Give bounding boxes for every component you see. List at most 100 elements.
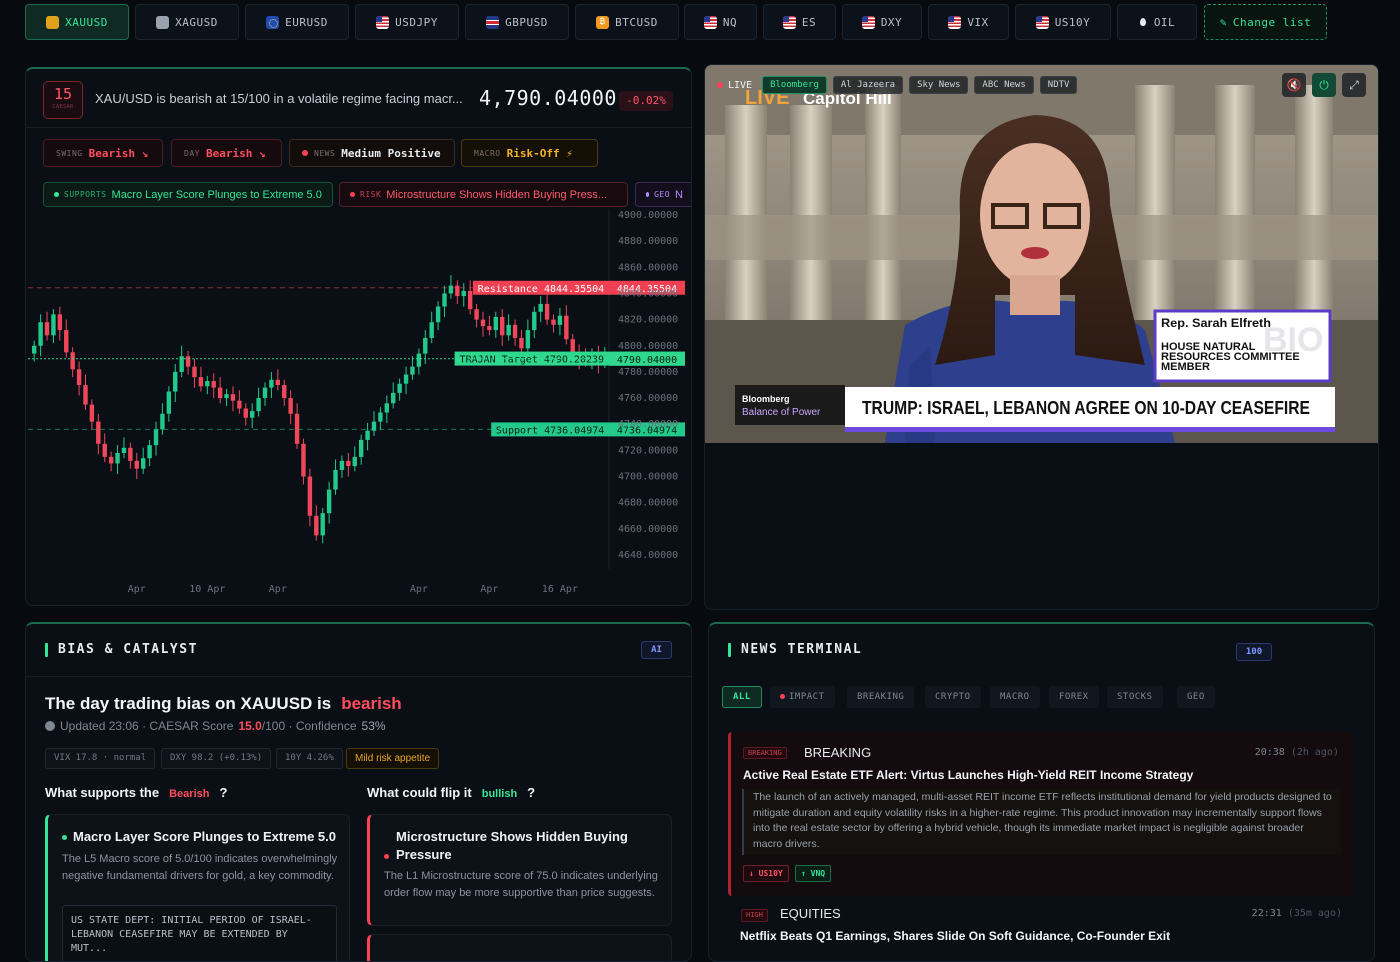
candle-body — [314, 515, 319, 536]
flip-heading: What could flip it bullish? — [367, 785, 535, 800]
y-tick-label: 4900.00000 — [618, 210, 678, 221]
candle-body — [442, 293, 447, 307]
live-label: LIVE — [728, 79, 753, 91]
pill-value: Risk-Off ⚡ — [506, 146, 573, 160]
flip-catalyst-card[interactable]: Microstructure Shows Hidden Buying Press… — [367, 814, 672, 926]
candle-body — [211, 381, 216, 388]
caesar-score-label: CAESAR — [52, 104, 74, 110]
channel-tab-sky-news[interactable]: Sky News — [909, 76, 969, 94]
silver-bar-icon — [156, 15, 170, 29]
news-time: 20:38 (2h ago) — [1255, 747, 1339, 758]
section-title: BIAS & CATALYST — [58, 642, 198, 657]
filter-tab-all[interactable]: ALL — [722, 686, 762, 708]
candle-body — [243, 408, 248, 418]
ticker-tab-us10y[interactable]: US10Y — [1015, 4, 1111, 40]
news-item[interactable]: BREAKING BREAKING 20:38 (2h ago) Active … — [728, 732, 1354, 896]
filter-tab-forex[interactable]: FOREX — [1049, 686, 1099, 708]
filter-tab-crypto[interactable]: CRYPTO — [925, 686, 981, 708]
y-tick-label: 4800.00000 — [618, 341, 678, 352]
ticker-label: NQ — [722, 15, 738, 29]
candle-body — [83, 385, 88, 405]
fullscreen-button[interactable]: ⤢ — [1342, 73, 1366, 97]
y-tick-label: 4660.00000 — [618, 524, 678, 535]
candle-body — [128, 447, 133, 461]
y-tick-label: 4880.00000 — [618, 236, 678, 247]
ticker-tab-dxy[interactable]: DXY — [842, 4, 922, 40]
y-tick-label: 4700.00000 — [618, 472, 678, 483]
swing-bias-pill[interactable]: SWING Bearish ↘ — [43, 139, 163, 167]
catalyst-chip-geo[interactable]: GEO N — [635, 182, 691, 207]
x-tick-label: Apr — [128, 584, 146, 595]
score-suffix: /100 · Confidence — [261, 719, 357, 733]
ticker-label: VIX — [967, 15, 989, 29]
power-button[interactable]: ⏻ — [1312, 73, 1336, 97]
ticker-label: GBPUSD — [505, 15, 548, 29]
support-catalyst-card[interactable]: Macro Layer Score Plunges to Extreme 5.0… — [45, 814, 350, 961]
channel-tab-abc-news[interactable]: ABC News — [974, 76, 1034, 94]
status-dot-icon — [384, 854, 389, 859]
ticker-tab-usdjpy[interactable]: USDJPY — [355, 4, 459, 40]
status-dot-icon — [646, 192, 650, 197]
chart-panel: 15 CAESAR XAU/USD is bearish at 15/100 i… — [25, 67, 692, 606]
ticker-tab-gbpusd[interactable]: GBPUSD — [465, 4, 569, 40]
price-change-badge: -0.02% — [619, 91, 673, 111]
mute-button[interactable]: 🔇 — [1282, 73, 1306, 97]
bias-catalyst-panel: BIAS & CATALYST AI The day trading bias … — [25, 622, 692, 962]
dxy-tag: DXY 98.2 (+0.13%) — [161, 748, 272, 769]
live-video-frame[interactable]: Bloomberg Balance of Power TRUMP: ISRAEL… — [705, 65, 1379, 443]
ticker-tab-xagusd[interactable]: XAGUSD — [135, 4, 239, 40]
ticker-tab-eurusd[interactable]: EURUSD — [245, 4, 349, 40]
updated-prefix: Updated 23:06 · CAESAR Score — [60, 719, 234, 733]
flip-catalyst-card[interactable] — [367, 934, 672, 961]
candle-body — [525, 330, 531, 349]
expand-icon: ⤢ — [1349, 78, 1359, 92]
pill-key: DAY — [184, 148, 200, 158]
news-sentiment-pill[interactable]: NEWS Medium Positive — [289, 139, 455, 167]
news-body: The launch of an actively managed, multi… — [742, 789, 1341, 855]
pill-value: Bearish ↘ — [88, 146, 149, 160]
price-chart[interactable]: 4844.35504Resistance 4844.355044790.2023… — [26, 209, 692, 606]
us-flag-icon — [948, 15, 962, 29]
candle-body — [378, 412, 383, 422]
impact-tag-down[interactable]: ↓ US10Y — [743, 865, 789, 882]
live-tv-panel: Bloomberg Balance of Power TRUMP: ISRAEL… — [704, 64, 1379, 610]
candle-body — [96, 421, 101, 444]
candle-body — [76, 369, 82, 385]
ticker-tab-xauusd[interactable]: XAUUSD — [25, 4, 129, 40]
catalyst-chip-risk[interactable]: RISK Microstructure Shows Hidden Buying P… — [339, 182, 628, 207]
ticker-tab-vix[interactable]: VIX — [928, 4, 1009, 40]
candle-body — [544, 303, 550, 320]
filter-tab-stocks[interactable]: STOCKS — [1107, 686, 1163, 708]
x-tick-label: Apr — [269, 584, 287, 595]
ticker-tab-es[interactable]: ES — [763, 4, 836, 40]
filter-tab-geo[interactable]: GEO — [1177, 686, 1215, 708]
channel-tab-bloomberg[interactable]: Bloomberg — [762, 76, 827, 94]
candle-body — [64, 330, 69, 353]
candle-body — [397, 383, 402, 393]
y-tick-label: 4860.00000 — [618, 262, 678, 273]
channel-tab-ndtv[interactable]: NDTV — [1039, 76, 1078, 94]
ticker-tab-btcusd[interactable]: ₿ BTCUSD — [575, 4, 679, 40]
filter-tab-macro[interactable]: MACRO — [990, 686, 1040, 708]
ticker-tab-nq[interactable]: NQ — [684, 4, 757, 40]
filter-tab-impact[interactable]: IMPACT — [770, 686, 835, 708]
channel-tab-al-jazeera[interactable]: Al Jazeera — [832, 76, 904, 94]
change-list-button[interactable]: ✎ Change list — [1204, 4, 1327, 40]
candle-body — [358, 439, 364, 457]
ticker-label: USDJPY — [395, 15, 438, 29]
impact-tag-up[interactable]: ↑ VNQ — [795, 865, 832, 882]
supports-prefix: What supports the — [45, 785, 160, 800]
ticker-tab-oil[interactable]: OIL — [1117, 4, 1197, 40]
day-bias-pill[interactable]: DAY Bearish ↘ — [171, 139, 282, 167]
news-badge-breaking: BREAKING — [743, 747, 787, 759]
candle-body — [455, 285, 460, 297]
candle-body — [147, 445, 152, 459]
caesar-score: 15.0 — [238, 719, 262, 733]
catalyst-chip-supports[interactable]: SUPPORTS Macro Layer Score Plunges to Ext… — [43, 182, 333, 207]
filter-tab-breaking[interactable]: BREAKING — [847, 686, 915, 708]
guest-role: HOUSE NATURAL RESOURCES COMMITTEE MEMBER — [1161, 342, 1300, 373]
card-body: The L1 Microstructure score of 75.0 indi… — [384, 870, 658, 899]
news-time: 22:31 (35m ago) — [1252, 908, 1342, 919]
macro-regime-pill[interactable]: MACRO Risk-Off ⚡ — [461, 139, 598, 167]
lower-third-headline: TRUMP: ISRAEL, LEBANON AGREE ON 10-DAY C… — [862, 398, 1310, 418]
